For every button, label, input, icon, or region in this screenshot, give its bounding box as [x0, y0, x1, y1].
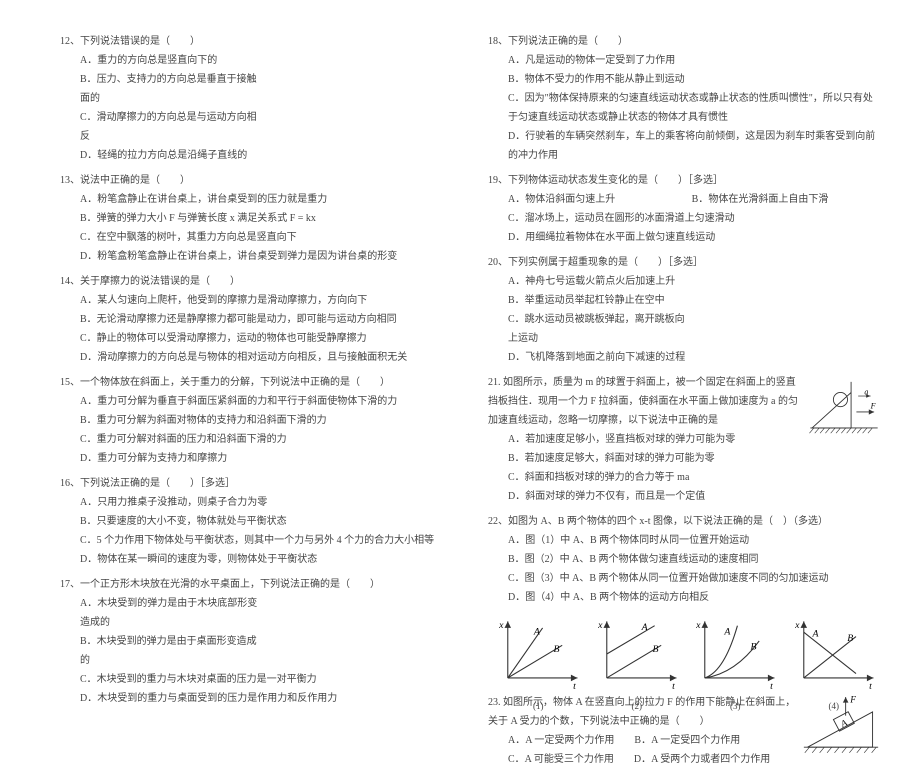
q17-opt-c: C．木块受到的重力与木块对桌面的压力是一对平衡力 [80, 670, 452, 689]
question-19: 19、下列物体运动状态发生变化的是（ ）［多选］ A．物体沿斜面匀速上升 B．物… [488, 171, 880, 247]
question-17: 17、一个正方形木块放在光滑的水平桌面上，下列说法正确的是（ ） A．木块受到的… [60, 575, 452, 708]
question-13: 13、说法中正确的是（ ） A．粉笔盒静止在讲台桌上，讲台桌受到的压力就是重力 … [60, 171, 452, 266]
right-column: 18、下列说法正确的是（ ） A．凡是运动的物体一定受到了力作用 B．物体不受力… [488, 32, 880, 775]
chart-1: x t A B (1) [492, 617, 585, 691]
q14-opt-d: D．滑动摩擦力的方向总是与物体的相对运动方向相反，且与接触面积无关 [80, 348, 452, 367]
series-a: A [533, 626, 541, 637]
q17-opt-a: A．木块受到的弹力是由于木块底部形变造成的 [80, 594, 266, 632]
question-14: 14、关于摩擦力的说法错误的是（ ） A．某人匀速向上爬杆，他受到的摩擦力是滑动… [60, 272, 452, 367]
q22-opt-a: A．图（1）中 A、B 两个物体同时从同一位置开始运动 [508, 531, 880, 550]
q23-opt-d: D．A 受两个力或者四个力作用 [634, 750, 770, 769]
q16-opt-b: B．只要速度的大小不变，物体就处与平衡状态 [80, 512, 452, 531]
axis-y-label: x [498, 620, 504, 631]
q18-opt-a: A．凡是运动的物体一定受到了力作用 [508, 51, 675, 70]
q16-stem: 16、下列说法正确的是（ ）［多选］ [60, 474, 452, 493]
axis-x-label: t [672, 681, 675, 691]
axis-y-label: x [794, 620, 800, 631]
series-b: B [652, 644, 658, 655]
q21-opt-d: D．斜面对球的弹力不仅有，而且是一个定值 [508, 487, 880, 506]
question-20: 20、下列实例属于超重现象的是（ ）［多选］ A．神舟七号运载火箭点火后加速上升… [488, 253, 880, 367]
q13-opt-a: A．粉笔盒静止在讲台桌上，讲台桌受到的压力就是重力 [80, 190, 452, 209]
left-column: 12、下列说法错误的是（ ） A．重力的方向总是竖直向下的 B．压力、支持力的方… [60, 32, 452, 775]
question-22: 22、如图为 A、B 两个物体的四个 x-t 图像，以下说法正确的是（ ）（多选… [488, 512, 880, 607]
q14-opt-c: C．静止的物体可以受滑动摩擦力，运动的物体也可能受静摩擦力 [80, 329, 452, 348]
q14-opt-b: B．无论滑动摩擦力还是静摩擦力都可能是动力，即可能与运动方向相同 [80, 310, 452, 329]
q22-stem: 22、如图为 A、B 两个物体的四个 x-t 图像，以下说法正确的是（ ）（多选… [488, 512, 880, 531]
q15-stem: 15、一个物体放在斜面上，关于重力的分解，下列说法中正确的是（ ） [60, 373, 452, 392]
q19-stem: 19、下列物体运动状态发生变化的是（ ）［多选］ [488, 171, 880, 190]
chart-1-label: (1) [492, 698, 585, 715]
q21-opt-c: C．斜面和挡板对球的弹力的合力等于 ma [508, 468, 880, 487]
series-a: A [811, 629, 819, 640]
axis-y-label: x [695, 620, 701, 631]
exam-page: 12、下列说法错误的是（ ） A．重力的方向总是竖直向下的 B．压力、支持力的方… [60, 32, 880, 775]
q23-opt-a: A．A 一定受两个力作用 [508, 731, 614, 750]
q12-opt-d: D．轻绳的拉力方向总是沿绳子直线的 [80, 146, 266, 165]
q18-opt-c: C．因为"物体保持原来的匀速直线运动状态或静止状态的性质叫惯性"，所以只有处于匀… [508, 89, 880, 127]
q19-opt-d: D．用细绳拉着物体在水平面上做匀速直线运动 [508, 228, 880, 247]
axis-x-label: t [573, 681, 576, 691]
q20-opt-d: D．飞机降落到地面之前向下减速的过程 [508, 348, 694, 367]
chart-3: x t A B (3) [689, 617, 782, 691]
series-b: B [750, 642, 756, 653]
svg-text:A: A [839, 718, 850, 730]
q23-opt-b: B．A 一定受四个力作用 [634, 731, 740, 750]
q19-opt-b: B．物体在光滑斜面上自由下滑 [692, 190, 829, 209]
q13-opt-d: D．粉笔盒粉笔盒静止在讲台桌上，讲台桌受到弹力是因为讲台桌的形变 [80, 247, 452, 266]
q20-stem: 20、下列实例属于超重现象的是（ ）［多选］ [488, 253, 880, 272]
q19-opt-c: C．溜冰场上，运动员在圆形的冰面滑道上匀速滑动 [508, 209, 880, 228]
q16-opt-d: D．物体在某一瞬间的速度为零，则物体处于平衡状态 [80, 550, 452, 569]
q15-opt-a: A．重力可分解为垂直于斜面压紧斜面的力和平行于斜面使物体下滑的力 [80, 392, 452, 411]
q17-opt-d: D．木块受到的重力与桌面受到的压力是作用力和反作用力 [80, 689, 452, 708]
q20-opt-b: B．举重运动员举起杠铃静止在空中 [508, 291, 694, 310]
q18-opt-d: D．行驶着的车辆突然刹车，车上的乘客将向前倾倒，这是因为刹车时乘客受到向前的冲力… [508, 127, 880, 165]
q22-opt-c: C．图（3）中 A、B 两个物体从同一位置开始做加速度不同的匀加速运动 [508, 569, 880, 588]
chart-4-label: (4) [788, 698, 881, 715]
axis-x-label: t [869, 681, 872, 691]
question-15: 15、一个物体放在斜面上，关于重力的分解，下列说法中正确的是（ ） A．重力可分… [60, 373, 452, 468]
q20-opt-c: C．跳水运动员被跳板弹起，离开跳板向上运动 [508, 310, 694, 348]
chart-3-label: (3) [689, 698, 782, 715]
axis-y-label: x [597, 620, 603, 631]
q18-opt-b: B．物体不受力的作用不能从静止到运动 [508, 70, 685, 89]
q16-opt-c: C．5 个力作用下物体处与平衡状态，则其中一个力与另外 4 个力的合力大小相等 [80, 531, 452, 550]
series-b: B [553, 644, 559, 655]
q12-opt-a: A．重力的方向总是竖直向下的 [80, 51, 266, 70]
q15-opt-d: D．重力可分解为支持力和摩擦力 [80, 449, 227, 468]
question-18: 18、下列说法正确的是（ ） A．凡是运动的物体一定受到了力作用 B．物体不受力… [488, 32, 880, 165]
q17-stem: 17、一个正方形木块放在光滑的水平桌面上，下列说法正确的是（ ） [60, 575, 452, 594]
svg-text:F: F [870, 401, 876, 410]
q17-opt-b: B．木块受到的弹力是由于桌面形变造成的 [80, 632, 266, 670]
series-b: B [847, 633, 853, 644]
chart-2-label: (2) [591, 698, 684, 715]
q15-opt-c: C．重力可分解对斜面的压力和沿斜面下滑的力 [80, 430, 287, 449]
q13-stem: 13、说法中正确的是（ ） [60, 171, 452, 190]
q12-opt-c: C．滑动摩擦力的方向总是与运动方向相反 [80, 108, 266, 146]
q20-opt-a: A．神舟七号运载火箭点火后加速上升 [508, 272, 694, 291]
q14-opt-a: A．某人匀速向上爬杆，他受到的摩擦力是滑动摩擦力，方向向下 [80, 291, 452, 310]
series-a: A [640, 622, 648, 633]
q18-stem: 18、下列说法正确的是（ ） [488, 32, 880, 51]
q13-opt-b: B．弹簧的弹力大小 F 与弹簧长度 x 满足关系式 F = kx [80, 209, 452, 228]
q19-opt-a: A．物体沿斜面匀速上升 [508, 190, 672, 209]
question-12: 12、下列说法错误的是（ ） A．重力的方向总是竖直向下的 B．压力、支持力的方… [60, 32, 452, 165]
q23-opt-c: C．A 可能受三个力作用 [508, 750, 614, 769]
q21-figure-icon: F a [808, 373, 880, 435]
q13-opt-c: C．在空中飘落的树叶，其重力方向总是竖直向下 [80, 228, 452, 247]
q16-opt-a: A．只用力推桌子没推动，则桌子合力为零 [80, 493, 452, 512]
axis-x-label: t [770, 681, 773, 691]
q21-opt-b: B．若加速度足够大，斜面对球的弹力可能为零 [508, 449, 880, 468]
q22-opt-b: B．图（2）中 A、B 两个物体做匀速直线运动的速度相同 [508, 550, 880, 569]
chart-2: x t A B (2) [591, 617, 684, 691]
q12-stem: 12、下列说法错误的是（ ） [60, 32, 452, 51]
q12-opt-b: B．压力、支持力的方向总是垂直于接触面的 [80, 70, 266, 108]
question-16: 16、下列说法正确的是（ ）［多选］ A．只用力推桌子没推动，则桌子合力为零 B… [60, 474, 452, 569]
q14-stem: 14、关于摩擦力的说法错误的是（ ） [60, 272, 452, 291]
chart-4: x t A B (4) [788, 617, 881, 691]
q15-opt-b: B．重力可分解为斜面对物体的支持力和沿斜面下滑的力 [80, 411, 452, 430]
q22-charts: x t A B (1) x t A B [488, 613, 880, 693]
q22-opt-d: D．图（4）中 A、B 两个物体的运动方向相反 [508, 588, 880, 607]
series-a: A [723, 626, 731, 637]
question-21: F a 21. 如图所示，质量为 m 的球置于斜面上，被一个固定在斜面上的竖直挡… [488, 373, 880, 506]
